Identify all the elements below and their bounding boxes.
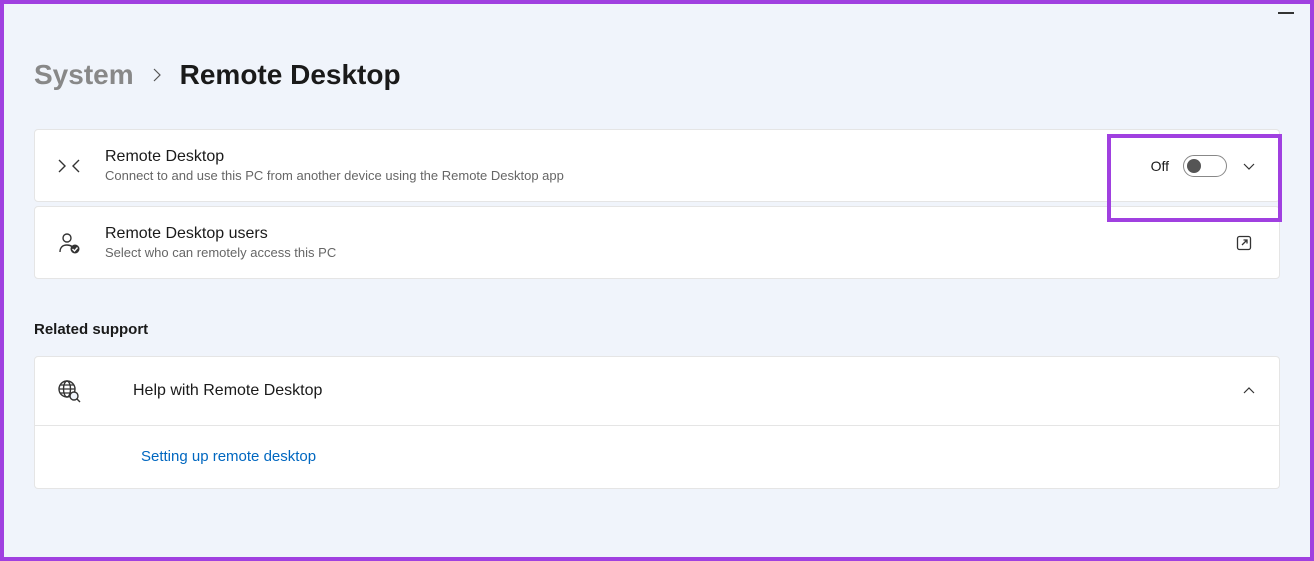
related-support-heading: Related support	[34, 321, 1280, 338]
remote-desktop-users-card[interactable]: Remote Desktop users Select who can remo…	[34, 206, 1280, 279]
breadcrumb-parent[interactable]: System	[34, 59, 134, 91]
help-title: Help with Remote Desktop	[133, 382, 1241, 400]
external-link-icon	[1235, 234, 1253, 252]
toggle-knob	[1187, 159, 1201, 173]
minimize-button[interactable]	[1278, 12, 1294, 14]
page-title: Remote Desktop	[180, 59, 401, 91]
remote-desktop-title: Remote Desktop	[105, 148, 1151, 166]
chevron-right-icon	[152, 67, 162, 83]
remote-desktop-card[interactable]: Remote Desktop Connect to and use this P…	[34, 129, 1280, 202]
chevron-up-icon[interactable]	[1241, 383, 1257, 399]
chevron-down-icon[interactable]	[1241, 158, 1257, 174]
remote-desktop-icon	[57, 154, 81, 178]
remote-desktop-toggle[interactable]	[1183, 155, 1227, 177]
breadcrumb: System Remote Desktop	[34, 59, 1280, 91]
remote-desktop-subtitle: Connect to and use this PC from another …	[105, 168, 1151, 183]
user-check-icon	[57, 231, 81, 255]
toggle-label: Off	[1151, 158, 1169, 174]
globe-search-icon	[57, 379, 81, 403]
help-card[interactable]: Help with Remote Desktop	[34, 356, 1280, 426]
remote-desktop-users-title: Remote Desktop users	[105, 225, 1235, 243]
remote-desktop-users-subtitle: Select who can remotely access this PC	[105, 245, 1235, 260]
help-body: Setting up remote desktop	[34, 426, 1280, 489]
setting-up-remote-desktop-link[interactable]: Setting up remote desktop	[141, 448, 316, 465]
